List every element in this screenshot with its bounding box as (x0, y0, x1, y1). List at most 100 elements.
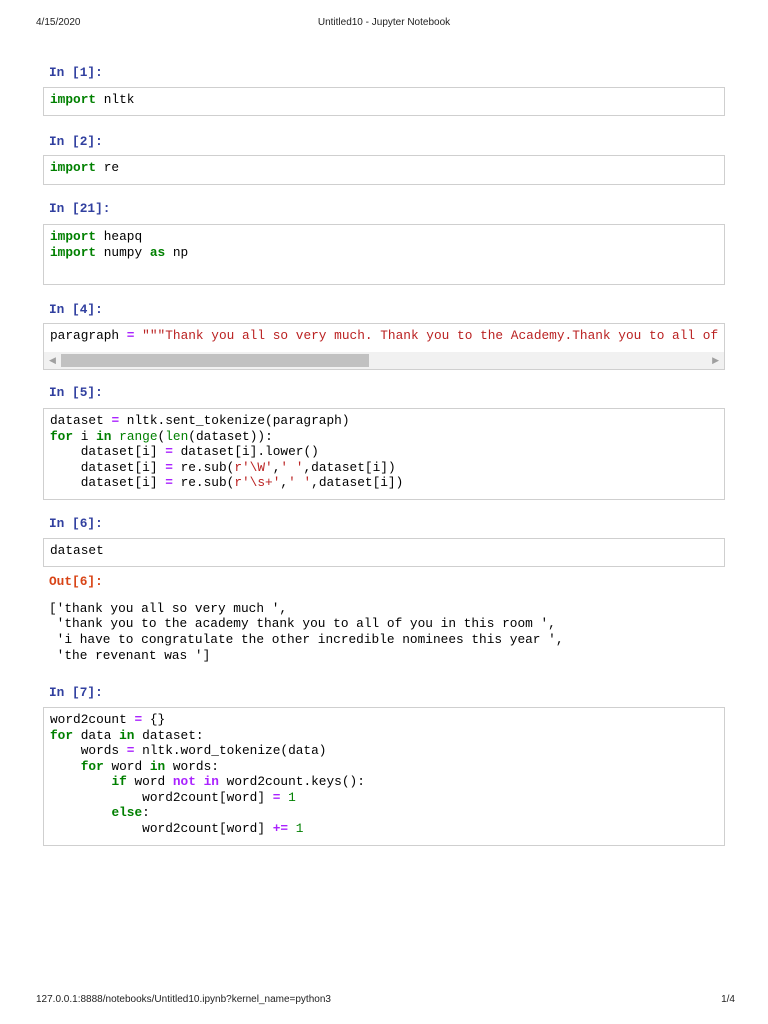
code-line: word2count[word] += 1 (50, 821, 718, 837)
code-token: r'\W' (234, 459, 273, 475)
code-token: import (50, 160, 97, 175)
code-token: np (165, 244, 189, 260)
code-line: for i in range(len(dataset)): (50, 429, 718, 445)
code-token: re.sub( (172, 459, 235, 475)
code-token: ' ' (288, 475, 312, 490)
code-token: dataset[i] (50, 444, 166, 459)
code-token: re.sub( (172, 475, 235, 490)
code-token: data (73, 727, 120, 743)
code-token: dataset[i] (50, 475, 166, 490)
code-token: 1 (295, 820, 304, 836)
code-token: len (165, 428, 189, 444)
code-token: in (203, 774, 219, 789)
code-token: import (50, 229, 97, 244)
code-token: dataset[i].lower() (172, 444, 319, 459)
code-token: (dataset)): (188, 428, 273, 444)
cell-prompt: In [2]: (49, 134, 103, 149)
code-line: if word not in word2count.keys(): (50, 774, 718, 790)
code-token: as (149, 244, 166, 260)
code-cell-7[interactable]: word2count = {} for data in dataset: word… (43, 707, 725, 846)
code-token: ,dataset[i]) (311, 475, 404, 490)
code-token: nltk (96, 92, 135, 107)
code-token: r'\s+' (234, 475, 281, 490)
code-token: nltk.sent_tokenize(paragraph) (119, 413, 350, 428)
code-line: words = nltk.word_tokenize(data) (50, 743, 718, 759)
code-content[interactable]: import re (44, 156, 724, 180)
code-token: nltk.word_tokenize(data) (134, 743, 327, 758)
code-token: numpy (96, 244, 150, 260)
code-content[interactable]: dataset (44, 539, 724, 563)
code-token: dataset (50, 413, 112, 428)
code-token: dataset (50, 543, 104, 558)
code-token: heapq (96, 229, 143, 244)
code-content[interactable]: dataset = nltk.sent_tokenize(paragraph) f… (44, 409, 724, 495)
code-token: = (165, 444, 173, 459)
code-token: , (280, 475, 289, 490)
code-token: else (111, 805, 143, 820)
horizontal-scrollbar[interactable]: ◀ ▶ (44, 352, 724, 369)
code-cell-4[interactable]: paragraph = """Thank you all so very muc… (43, 323, 725, 370)
code-token: import (50, 244, 97, 260)
output-line: 'thank you to the academy thank you to a… (49, 616, 556, 631)
output-line: 'the revenant was '] (49, 648, 211, 663)
code-token: 1 (288, 789, 296, 805)
code-line: dataset[i] = re.sub(r'\W',' ',dataset[i]… (50, 460, 718, 476)
code-token: {} (142, 712, 166, 727)
code-token: ,dataset[i]) (303, 459, 396, 475)
jupyter-print-page: 4/15/2020 Untitled10 - Jupyter Notebook … (0, 0, 768, 1024)
code-cell-1[interactable]: import nltk (43, 87, 725, 116)
page-number: 1/4 (721, 994, 735, 1005)
code-token: """Thank you all so very much. Thank you… (142, 328, 719, 343)
code-cell-2[interactable]: import re (43, 155, 725, 185)
code-token: word (103, 758, 150, 774)
code-line: for word in words: (50, 759, 718, 775)
output-prompt: Out[6]: (49, 574, 103, 589)
code-line: dataset = nltk.sent_tokenize(paragraph) (50, 413, 718, 429)
code-line: paragraph = """Thank you all so very muc… (50, 328, 718, 344)
code-token: : (142, 805, 150, 820)
code-line: dataset (50, 543, 718, 559)
scroll-left-icon[interactable]: ◀ (49, 355, 56, 366)
code-token: = (111, 413, 120, 428)
code-token: ' ' (280, 459, 304, 475)
code-cell-21[interactable]: import heapq import numpy as np (43, 224, 725, 285)
output-line: 'i have to congratulate the other incred… (49, 632, 564, 647)
code-token: i (73, 428, 97, 444)
code-token: += (272, 820, 289, 836)
footer-url: 127.0.0.1:8888/notebooks/Untitled10.ipyn… (36, 994, 331, 1005)
notebook-title: Untitled10 - Jupyter Notebook (317, 17, 451, 28)
scrollbar-thumb[interactable] (61, 354, 369, 367)
code-content[interactable]: paragraph = """Thank you all so very muc… (44, 324, 724, 348)
code-token: paragraph (50, 328, 127, 343)
cell-prompt: In [6]: (49, 516, 103, 531)
cell-prompt: In [7]: (49, 685, 103, 700)
code-content[interactable]: import heapq import numpy as np (44, 225, 724, 264)
cell-prompt: In [1]: (49, 65, 103, 80)
code-token: words (50, 743, 127, 758)
code-line: dataset[i] = dataset[i].lower() (50, 444, 718, 460)
code-token: word (126, 774, 173, 789)
code-token: word2count[word] (50, 789, 273, 805)
code-token: import (50, 92, 97, 107)
code-line: word2count[word] = 1 (50, 790, 718, 806)
code-token: if (111, 774, 127, 789)
code-line: dataset[i] = re.sub(r'\s+',' ',dataset[i… (50, 475, 718, 491)
code-token: in (96, 428, 112, 444)
code-cell-6[interactable]: dataset (43, 538, 725, 567)
scroll-right-icon[interactable]: ▶ (712, 355, 719, 366)
code-token: in (119, 727, 135, 743)
code-line: else: (50, 805, 718, 821)
code-token: for (50, 727, 74, 743)
code-token: words: (165, 758, 219, 774)
cell-prompt: In [5]: (49, 385, 103, 400)
code-cell-5[interactable]: dataset = nltk.sent_tokenize(paragraph) f… (43, 408, 725, 500)
code-token: range (119, 428, 158, 444)
code-line: import re (50, 160, 718, 176)
code-content[interactable]: word2count = {} for data in dataset: word… (44, 708, 724, 840)
code-content[interactable]: import nltk (44, 88, 724, 112)
